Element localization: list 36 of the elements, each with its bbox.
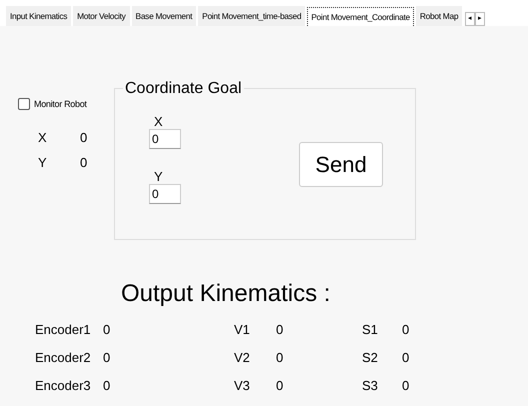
output-label: V1 xyxy=(234,322,251,337)
output-value: 0 xyxy=(103,322,110,337)
output-value: 0 xyxy=(276,350,284,365)
output-value: 0 xyxy=(402,350,410,365)
input-field[interactable]: 0 xyxy=(149,129,181,149)
output-label: V3 xyxy=(234,378,251,393)
input-field[interactable]: 0 xyxy=(149,184,181,204)
output-label: Encoder1 xyxy=(35,322,92,337)
output-value: 0 xyxy=(402,322,410,337)
send-button[interactable]: Send xyxy=(299,142,383,187)
output-label: S3 xyxy=(362,378,379,393)
section-title: Output Kinematics : xyxy=(121,280,332,308)
field-label: X xyxy=(154,115,164,129)
position-value: 0 xyxy=(80,155,88,170)
output-value: 0 xyxy=(276,378,284,393)
tab[interactable]: Robot Map xyxy=(416,6,462,26)
checkbox-label: Monitor Robot xyxy=(34,99,87,109)
output-value: 0 xyxy=(103,378,110,393)
position-label: X xyxy=(38,130,48,145)
output-label: S2 xyxy=(362,350,379,365)
tab[interactable]: Motor Velocity xyxy=(73,6,130,26)
output-value: 0 xyxy=(402,378,410,393)
tab[interactable]: Base Movement xyxy=(132,6,196,26)
tab[interactable]: Point Movement_Coordinate xyxy=(307,7,414,26)
output-value: 0 xyxy=(276,322,284,337)
output-label: Encoder3 xyxy=(35,378,92,393)
output-label: V2 xyxy=(234,350,251,365)
tab[interactable]: Point Movement_time-based xyxy=(198,6,306,26)
field-label: Y xyxy=(154,170,164,184)
position-value: 0 xyxy=(80,130,88,145)
output-label: Encoder2 xyxy=(35,350,92,365)
position-label: Y xyxy=(38,155,48,170)
checkbox[interactable] xyxy=(18,98,30,110)
output-label: S1 xyxy=(362,322,379,337)
tab[interactable]: Input Kinematics xyxy=(6,6,72,26)
output-value: 0 xyxy=(103,350,110,365)
